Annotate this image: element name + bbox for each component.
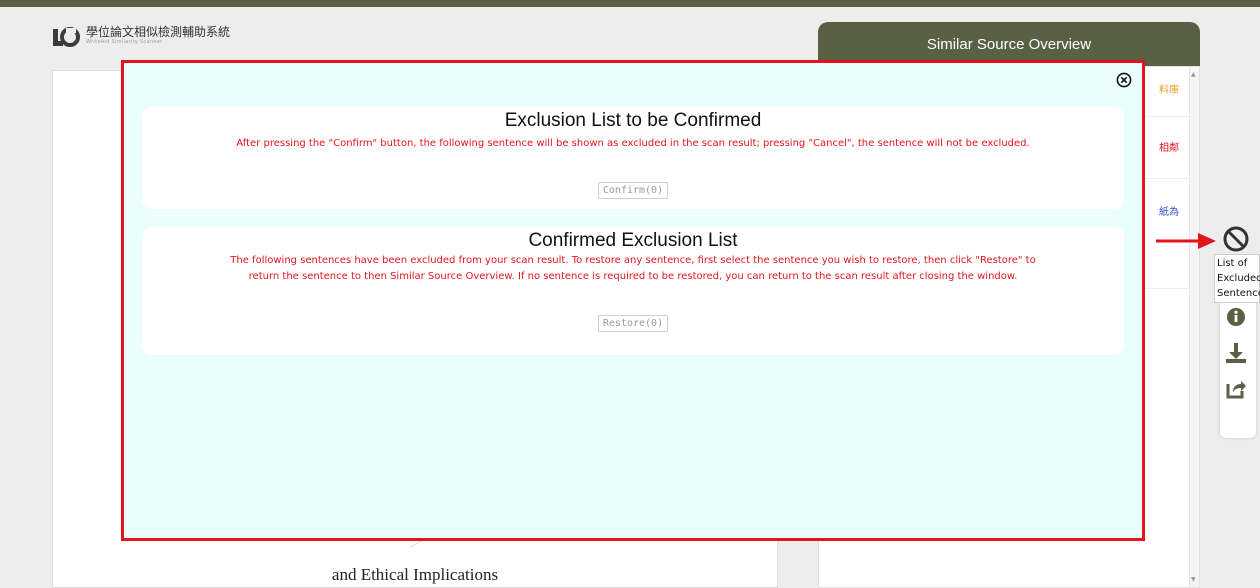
tooltip-line: List of — [1217, 258, 1248, 269]
tooltip-line: Excluded — [1217, 273, 1260, 284]
exclusion-modal: Exclusion List to be Confirmed After pre… — [124, 63, 1142, 538]
pending-section-description: After pressing the "Confirm" button, the… — [236, 138, 1030, 149]
confirmed-section-description-line2: return the sentence to then Similar Sour… — [248, 271, 1018, 282]
confirmed-exclusion-section: Confirmed Exclusion List The following s… — [142, 227, 1124, 355]
scroll-up-icon[interactable]: ▲ — [1191, 71, 1196, 78]
overview-snippet: 相鄰 — [1159, 143, 1179, 154]
info-button[interactable] — [1216, 300, 1256, 334]
excluded-list-button[interactable] — [1216, 222, 1256, 256]
overview-scrollbar[interactable]: ▲ ▼ — [1189, 67, 1199, 587]
top-strip — [0, 0, 1260, 7]
pending-section-title: Exclusion List to be Confirmed — [504, 110, 762, 131]
scroll-down-icon[interactable]: ▼ — [1191, 576, 1196, 583]
document-heading: and Ethical Implications — [331, 565, 499, 584]
confirmed-section-description-line1: The following sentences have been exclud… — [230, 255, 1036, 266]
share-icon — [1226, 381, 1246, 399]
tooltip-line: Sentence — [1217, 288, 1260, 299]
red-pointer-arrow-icon — [1156, 233, 1216, 249]
excluded-sentence-tooltip: List of Excluded Sentence — [1214, 254, 1260, 303]
confirm-button[interactable]: Confirm(0) — [597, 182, 669, 199]
app-logo[interactable]: 學位論文相似檢測輔助系統 WriteAid Similarity Scanner — [52, 26, 230, 48]
logo-subtitle: WriteAid Similarity Scanner — [86, 39, 163, 45]
pending-exclusion-section: Exclusion List to be Confirmed After pre… — [142, 107, 1124, 209]
restore-button[interactable]: Restore(0) — [597, 315, 669, 332]
overview-snippet: 紙為 — [1159, 207, 1179, 218]
no-entry-icon — [1223, 226, 1249, 252]
share-button[interactable] — [1216, 372, 1256, 406]
download-icon — [1226, 343, 1246, 363]
logo-icon — [52, 26, 80, 48]
logo-title: 學位論文相似檢測輔助系統 — [86, 25, 231, 39]
overview-snippet: 料庫 — [1159, 85, 1179, 96]
confirmed-section-title: Confirmed Exclusion List — [528, 230, 738, 251]
info-icon — [1227, 308, 1245, 326]
download-button[interactable] — [1216, 336, 1256, 370]
close-icon[interactable] — [1116, 72, 1132, 88]
